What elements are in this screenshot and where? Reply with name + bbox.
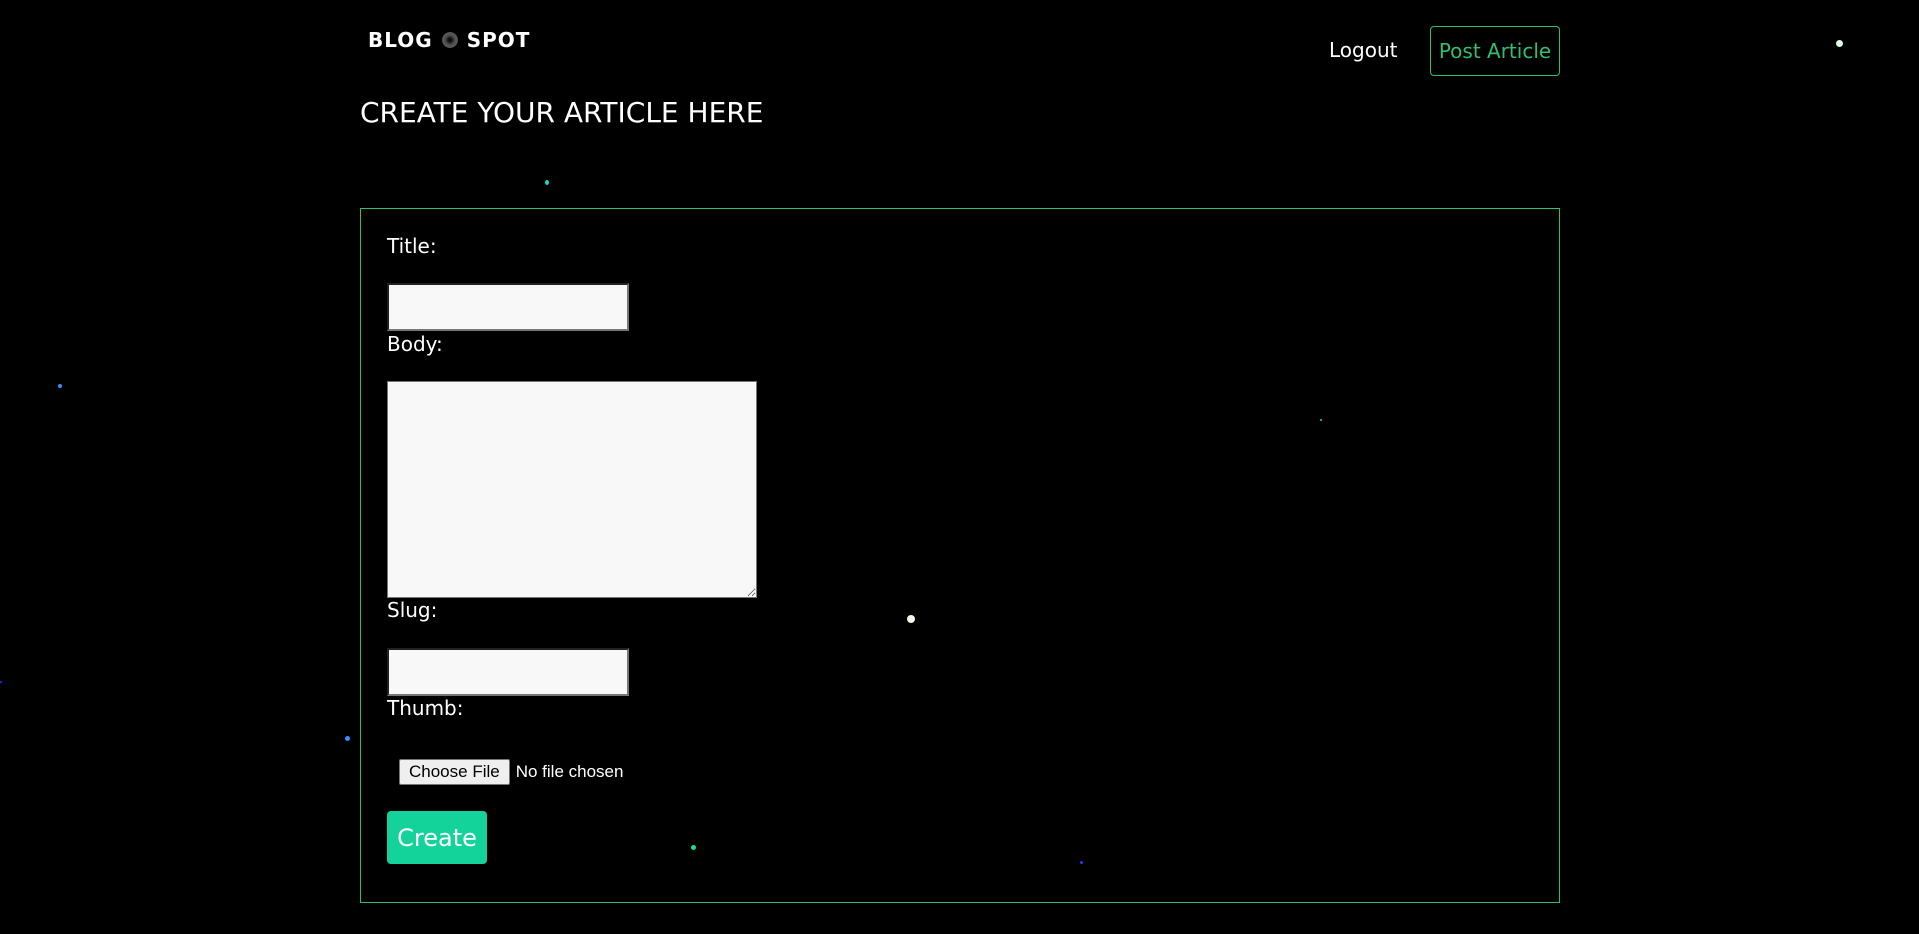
logo-text-right: SPOT	[466, 28, 531, 52]
body-label: Body:	[387, 332, 443, 356]
create-article-form: Title: Body: Slug: Thumb: Choose File No…	[360, 208, 1560, 903]
speck-decoration	[1320, 419, 1322, 421]
speck-decoration	[58, 384, 62, 388]
speck-decoration	[1836, 40, 1843, 47]
speck-decoration	[0, 681, 2, 683]
thumb-label: Thumb:	[387, 696, 464, 720]
logo-ring-icon	[441, 32, 458, 48]
file-status-text: No file chosen	[515, 762, 624, 781]
speck-decoration	[1080, 861, 1083, 864]
title-label: Title:	[387, 234, 437, 258]
speck-decoration	[345, 736, 350, 741]
post-article-button[interactable]: Post Article	[1430, 26, 1560, 76]
logo-text-left: BLOG	[368, 28, 433, 52]
logout-link[interactable]: Logout	[1329, 38, 1397, 62]
speck-decoration	[907, 615, 915, 623]
choose-file-button[interactable]: Choose File	[399, 759, 510, 785]
page: BLOG SPOT Logout Post Article CREATE YOU…	[0, 0, 1919, 934]
logo[interactable]: BLOG SPOT	[368, 28, 530, 52]
create-button[interactable]: Create	[387, 811, 487, 864]
slug-input[interactable]	[387, 648, 629, 696]
speck-decoration	[545, 180, 549, 185]
slug-label: Slug:	[387, 598, 438, 622]
thumb-file-input[interactable]: Choose File No file chosen	[399, 759, 623, 785]
speck-decoration	[691, 845, 696, 850]
page-title: CREATE YOUR ARTICLE HERE	[360, 96, 764, 129]
body-textarea[interactable]	[387, 381, 757, 598]
title-input[interactable]	[387, 283, 629, 331]
